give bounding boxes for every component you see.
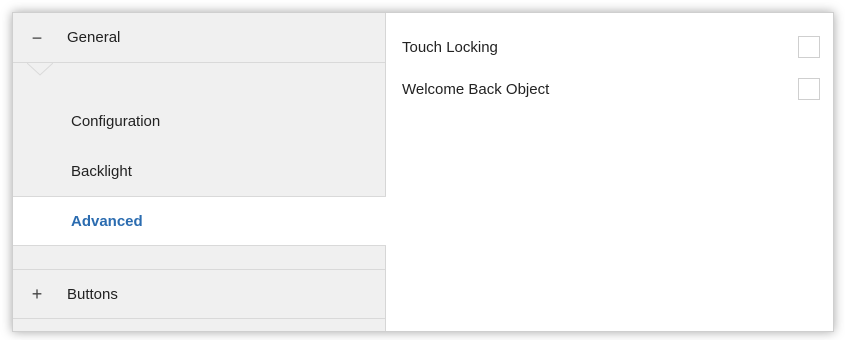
sidebar-item-backlight[interactable]: Backlight xyxy=(13,153,385,189)
param-label: Welcome Back Object xyxy=(402,80,550,98)
sidebar-group-label: General xyxy=(67,29,121,46)
sidebar-group-buttons[interactable]: + Buttons xyxy=(13,269,385,319)
sidebar-item-advanced[interactable]: Advanced xyxy=(13,196,386,246)
param-label: Touch Locking xyxy=(402,38,498,56)
sidebar-item-label: Configuration xyxy=(71,112,161,130)
parameter-panel: Touch Locking Welcome Back Object xyxy=(386,13,833,331)
welcome-back-object-checkbox[interactable] xyxy=(798,78,820,100)
param-row-touch-locking: Touch Locking xyxy=(402,35,820,59)
sidebar-group-general[interactable]: − General xyxy=(13,13,385,63)
sidebar-group-label: Buttons xyxy=(67,285,118,303)
sidebar-item-label: Advanced xyxy=(71,212,143,230)
sidebar: − General Configuration Backlight Advanc… xyxy=(13,13,386,331)
expand-icon[interactable]: + xyxy=(29,285,45,303)
sidebar-item-label: Backlight xyxy=(71,162,132,180)
expanded-pointer-icon xyxy=(27,63,53,76)
touch-locking-checkbox[interactable] xyxy=(798,36,820,58)
sidebar-next-group xyxy=(13,319,385,331)
param-row-welcome-back-object: Welcome Back Object xyxy=(402,77,820,101)
parameter-window: − General Configuration Backlight Advanc… xyxy=(12,12,834,332)
collapse-icon[interactable]: − xyxy=(29,29,45,47)
sidebar-item-configuration[interactable]: Configuration xyxy=(13,103,385,139)
